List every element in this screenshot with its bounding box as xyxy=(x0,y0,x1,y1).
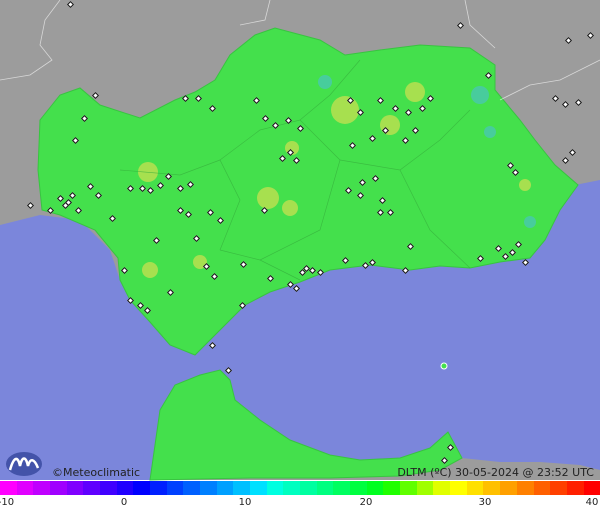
scale-color-cell xyxy=(333,481,351,495)
temperature-scale-labels: -10 0 10 20 30 40 xyxy=(0,497,600,513)
scale-color-cell xyxy=(516,481,534,495)
scale-color-cell xyxy=(483,481,501,495)
scale-color-cell xyxy=(83,481,101,495)
scale-color-cell xyxy=(66,481,84,495)
scale-color-cell xyxy=(216,481,234,495)
scale-color-cell xyxy=(166,481,184,495)
scale-color-cell xyxy=(16,481,34,495)
scale-color-cell xyxy=(366,481,384,495)
scale-color-cell xyxy=(183,481,201,495)
temperature-scale-bar xyxy=(0,481,600,495)
scale-color-cell xyxy=(150,481,167,495)
scale-color-cell xyxy=(383,481,401,495)
map-credit: ©Meteoclimatic xyxy=(52,466,141,479)
alboran-island xyxy=(440,362,448,370)
scale-color-cell xyxy=(566,481,584,495)
scale-tick-label: 0 xyxy=(120,497,128,508)
scale-color-cell xyxy=(533,481,551,495)
scale-color-cell xyxy=(350,481,367,495)
scale-tick-label: 30 xyxy=(478,497,492,508)
scale-color-cell xyxy=(400,481,417,495)
scale-color-cell xyxy=(466,481,484,495)
scale-color-cell xyxy=(283,481,301,495)
scale-color-cell xyxy=(233,481,251,495)
scale-color-cell xyxy=(200,481,217,495)
scale-tick-label: 20 xyxy=(359,497,373,508)
scale-tick-label: 10 xyxy=(238,497,252,508)
scale-color-cell xyxy=(250,481,267,495)
map-title: DLTM (ºC) 30-05-2024 @ 23:52 UTC xyxy=(397,466,594,479)
scale-color-cell xyxy=(450,481,467,495)
scale-color-cell xyxy=(500,481,517,495)
scale-color-cell xyxy=(300,481,317,495)
scale-tick-label: -10 xyxy=(0,497,15,508)
scale-color-cell xyxy=(266,481,284,495)
map-svg xyxy=(0,0,600,481)
meteoclimatic-logo-icon xyxy=(4,448,48,478)
scale-tick-label: 40 xyxy=(585,497,599,508)
scale-color-cell xyxy=(433,481,451,495)
scale-color-cell xyxy=(133,481,151,495)
map-canvas[interactable] xyxy=(0,0,600,517)
scale-color-cell xyxy=(50,481,67,495)
scale-color-cell xyxy=(550,481,567,495)
scale-color-cell xyxy=(0,481,17,495)
scale-color-cell xyxy=(116,481,134,495)
scale-color-cell xyxy=(316,481,334,495)
scale-color-cell xyxy=(583,481,600,495)
scale-color-cell xyxy=(416,481,434,495)
scale-color-cell xyxy=(33,481,51,495)
scale-color-cell xyxy=(100,481,117,495)
